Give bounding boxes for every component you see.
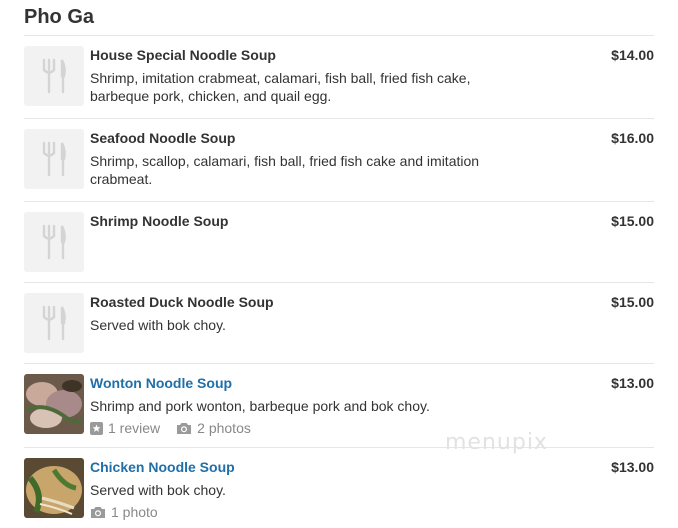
dish-meta: 1 photo [90, 503, 510, 521]
dish-placeholder-image [24, 293, 84, 353]
photos-link[interactable]: 2 photos [176, 419, 251, 437]
dish-description: Shrimp, scallop, calamari, fish ball, fr… [90, 153, 480, 187]
camera-icon [177, 422, 192, 434]
chicken-soup-photo [24, 458, 84, 518]
section-title: Pho Ga [24, 6, 95, 28]
photos-link[interactable]: 1 photo [90, 503, 158, 521]
dish-description: Served with bok choy. [90, 317, 226, 333]
fork-knife-icon [42, 224, 66, 260]
menu-item: Seafood Noodle Soup Shrimp, scallop, cal… [24, 118, 654, 201]
photos-count: 2 photos [197, 420, 251, 436]
menu-item: Shrimp Noodle Soup $15.00 [24, 201, 654, 282]
dish-photo[interactable] [24, 374, 84, 434]
dish-price: $13.00 [611, 459, 654, 475]
menu-item: Wonton Noodle Soup Shrimp and pork wonto… [24, 363, 654, 447]
fork-knife-icon [42, 141, 66, 177]
dish-placeholder-image [24, 129, 84, 189]
dish-description: Shrimp and pork wonton, barbeque pork an… [90, 398, 430, 414]
menu-item: Chicken Noodle Soup Served with bok choy… [24, 447, 654, 527]
dish-name: Shrimp Noodle Soup [90, 213, 229, 229]
menu-item: House Special Noodle Soup Shrimp, imitat… [24, 35, 654, 118]
dish-name: Roasted Duck Noodle Soup [90, 294, 274, 310]
dish-placeholder-image [24, 46, 84, 106]
dish-name: House Special Noodle Soup [90, 47, 276, 63]
dish-name: Seafood Noodle Soup [90, 130, 236, 146]
star-icon [90, 421, 103, 435]
wonton-soup-photo [24, 374, 84, 434]
reviews-link[interactable]: 1 review [90, 419, 160, 437]
reviews-count: 1 review [108, 420, 161, 436]
dish-price: $15.00 [611, 213, 654, 229]
dish-name-link[interactable]: Chicken Noodle Soup [90, 458, 510, 476]
dish-placeholder-image [24, 212, 84, 272]
menupix-watermark: menupix [445, 430, 548, 455]
camera-icon [91, 506, 105, 518]
fork-knife-icon [42, 305, 66, 341]
dish-price: $15.00 [611, 294, 654, 310]
dish-price: $13.00 [611, 375, 654, 391]
dish-photo[interactable] [24, 458, 84, 518]
menu-list: House Special Noodle Soup Shrimp, imitat… [24, 35, 654, 527]
dish-name-link[interactable]: Wonton Noodle Soup [90, 374, 510, 392]
dish-price: $14.00 [611, 47, 654, 63]
photos-count: 1 photo [111, 504, 158, 520]
dish-description: Shrimp, imitation crabmeat, calamari, fi… [90, 70, 471, 104]
dish-description: Served with bok choy. [90, 482, 226, 498]
fork-knife-icon [42, 58, 66, 94]
dish-price: $16.00 [611, 130, 654, 146]
menu-item: Roasted Duck Noodle Soup Served with bok… [24, 282, 654, 363]
